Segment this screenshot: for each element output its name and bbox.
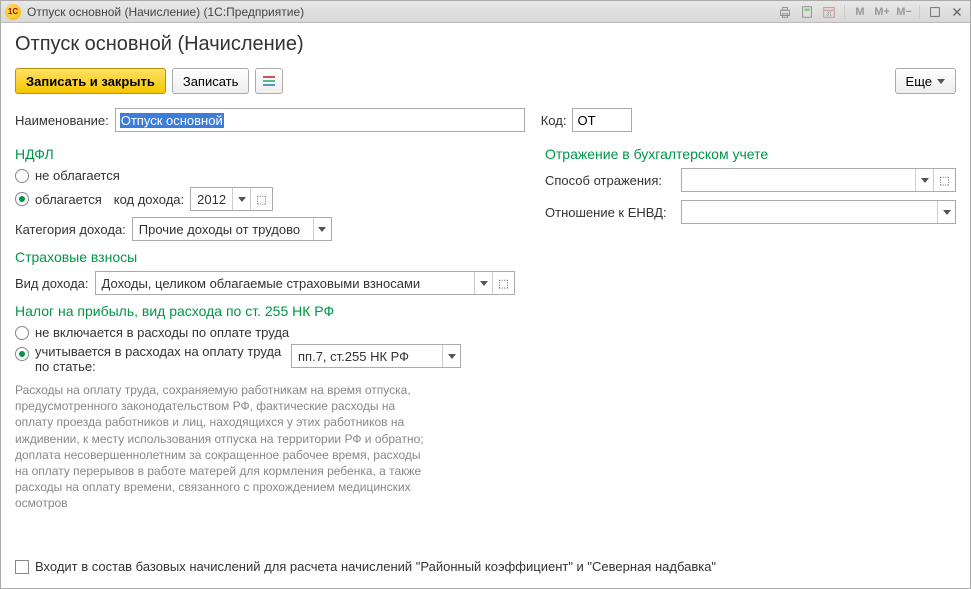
window-title: Отпуск основной (Начисление) (1С:Предпри… [27, 5, 776, 19]
titlebar: 1C Отпуск основной (Начисление) (1С:Пред… [1, 1, 970, 23]
insurance-type-select[interactable]: Доходы, целиком облагаемые страховыми вз… [95, 271, 515, 295]
base-accruals-checkbox[interactable] [15, 560, 29, 574]
two-columns: НДФЛ не облагается облагается код дохода… [15, 140, 956, 512]
close-icon[interactable] [948, 4, 966, 20]
separator [919, 5, 920, 19]
category-value: Прочие доходы от трудово [133, 218, 313, 240]
insurance-type-label: Вид дохода: [15, 276, 89, 291]
left-column: НДФЛ не облагается облагается код дохода… [15, 140, 515, 512]
name-value: Отпуск основной [120, 113, 224, 128]
dropdown-icon[interactable] [442, 345, 460, 367]
window: 1C Отпуск основной (Начисление) (1С:Пред… [0, 0, 971, 589]
dropdown-icon[interactable] [474, 272, 492, 294]
dropdown-icon[interactable] [232, 188, 250, 210]
print-icon[interactable] [776, 4, 794, 20]
not-taxed-label: не облагается [35, 168, 120, 183]
dropdown-icon[interactable] [937, 201, 955, 223]
insurance-type-row: Вид дохода: Доходы, целиком облагаемые с… [15, 271, 515, 295]
category-select[interactable]: Прочие доходы от трудово [132, 217, 332, 241]
right-column: Отражение в бухгалтерском учете Способ о… [545, 140, 956, 512]
envd-value [682, 201, 937, 223]
method-row: Способ отражения: ⬚ [545, 168, 956, 192]
income-code-label: код дохода: [114, 192, 184, 207]
pt-article-select[interactable]: пп.7, ст.255 НК РФ [291, 344, 461, 368]
titlebar-controls: 31 M M+ M− [776, 4, 966, 20]
memory-mminus-button[interactable]: M− [895, 4, 913, 20]
content: Отпуск основной (Начисление) Записать и … [1, 23, 970, 588]
pt-article-value: пп.7, ст.255 НК РФ [292, 345, 442, 367]
separator [844, 5, 845, 19]
dropdown-icon[interactable] [313, 218, 331, 240]
pt-not-included-row[interactable]: не включается в расходы по оплате труда [15, 325, 515, 340]
radio-taxed[interactable] [15, 192, 29, 206]
toolbar: Записать и закрыть Записать Еще [15, 68, 956, 94]
name-input[interactable]: Отпуск основной [115, 108, 525, 132]
footer-row: Входит в состав базовых начислений для р… [15, 559, 956, 574]
open-icon[interactable]: ⬚ [933, 169, 955, 191]
profit-tax-heading: Налог на прибыль, вид расхода по ст. 255… [15, 303, 515, 319]
pt-included-row[interactable]: учитывается в расходах на оплату труда п… [15, 344, 515, 374]
category-row: Категория дохода: Прочие доходы от трудо… [15, 217, 515, 241]
envd-select[interactable] [681, 200, 956, 224]
taxed-label: облагается [35, 192, 102, 207]
save-and-close-button[interactable]: Записать и закрыть [15, 68, 166, 94]
method-value [682, 169, 915, 191]
envd-row: Отношение к ЕНВД: [545, 200, 956, 224]
memory-m-button[interactable]: M [851, 4, 869, 20]
calendar-icon[interactable]: 31 [820, 4, 838, 20]
open-icon[interactable]: ⬚ [492, 272, 514, 294]
profit-tax-hint: Расходы на оплату труда, сохраняемую раб… [15, 382, 435, 512]
ndfl-heading: НДФЛ [15, 146, 515, 162]
category-label: Категория дохода: [15, 222, 126, 237]
name-label: Наименование: [15, 113, 109, 128]
app-icon: 1C [5, 4, 21, 20]
method-select[interactable]: ⬚ [681, 168, 956, 192]
page-title: Отпуск основной (Начисление) [15, 33, 956, 56]
dropdown-icon[interactable] [915, 169, 933, 191]
envd-label: Отношение к ЕНВД: [545, 205, 675, 220]
code-label: Код: [541, 113, 567, 128]
ndfl-taxed-row[interactable]: облагается код дохода: 2012 ⬚ [15, 187, 515, 211]
pt-included-label: учитывается в расходах на оплату труда п… [35, 344, 285, 374]
calculator-icon[interactable] [798, 4, 816, 20]
pt-not-included-label: не включается в расходы по оплате труда [35, 325, 289, 340]
code-input[interactable] [572, 108, 632, 132]
radio-pt-not-included[interactable] [15, 326, 29, 340]
list-icon-button[interactable] [255, 68, 283, 94]
income-code-value: 2012 [191, 188, 232, 210]
ndfl-not-taxed-row[interactable]: не облагается [15, 168, 515, 183]
radio-not-taxed[interactable] [15, 169, 29, 183]
accounting-heading: Отражение в бухгалтерском учете [545, 146, 956, 162]
income-code-select[interactable]: 2012 ⬚ [190, 187, 273, 211]
name-row: Наименование: Отпуск основной Код: [15, 108, 956, 132]
minimize-icon[interactable] [926, 4, 944, 20]
more-button[interactable]: Еще [895, 68, 956, 94]
svg-text:31: 31 [826, 11, 832, 17]
open-icon[interactable]: ⬚ [250, 188, 272, 210]
memory-mplus-button[interactable]: M+ [873, 4, 891, 20]
method-label: Способ отражения: [545, 173, 675, 188]
save-button[interactable]: Записать [172, 68, 250, 94]
base-accruals-label: Входит в состав базовых начислений для р… [35, 559, 716, 574]
radio-pt-included[interactable] [15, 347, 29, 361]
insurance-heading: Страховые взносы [15, 249, 515, 265]
insurance-type-value: Доходы, целиком облагаемые страховыми вз… [96, 272, 474, 294]
list-icon [263, 76, 275, 86]
